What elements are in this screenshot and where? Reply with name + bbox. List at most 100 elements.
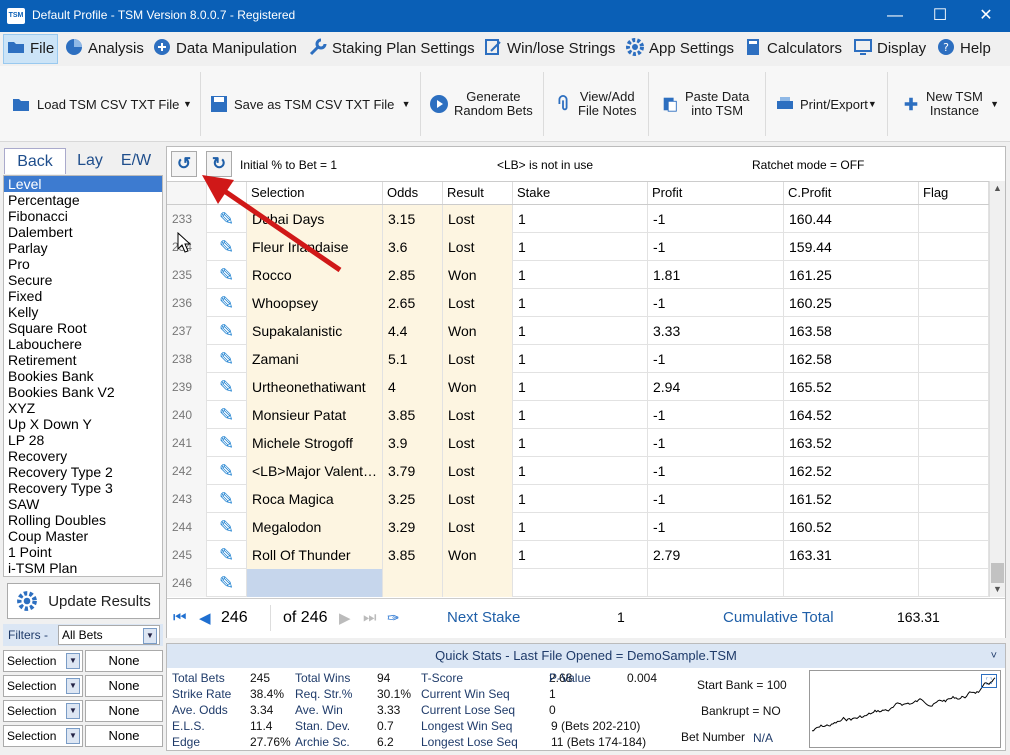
update-results-button[interactable]: Update Results <box>7 583 160 619</box>
cell-result[interactable]: Won <box>443 317 513 345</box>
table-row[interactable]: 240 ✎ Monsieur Patat 3.85 Lost 1 -1 164.52 <box>167 401 989 429</box>
plan-item[interactable]: Kelly <box>4 304 162 320</box>
close-button[interactable]: ✕ <box>963 0 1009 32</box>
view-add-file-notes-button[interactable]: View/Add File Notes <box>553 76 637 132</box>
table-row[interactable]: 238 ✎ Zamani 5.1 Lost 1 -1 162.58 <box>167 345 989 373</box>
table-row[interactable]: 237 ✎ Supakalanistic 4.4 Won 1 3.33 163.58 <box>167 317 989 345</box>
print-export-button[interactable]: Print/Export ▼ <box>775 76 877 132</box>
col-flag[interactable]: Flag <box>919 182 989 204</box>
table-row[interactable]: 241 ✎ Michele Strogoff 3.9 Lost 1 -1 163.52 <box>167 429 989 457</box>
prev-record-icon[interactable]: ◀ <box>199 609 211 627</box>
cell-selection[interactable]: Urtheonethatiwant <box>247 373 383 401</box>
filter-bets-select[interactable]: All Bets ▼ <box>58 625 160 645</box>
scroll-thumb[interactable] <box>991 563 1004 583</box>
cell-result[interactable]: Lost <box>443 513 513 541</box>
quick-stats-header[interactable]: Quick Stats - Last File Opened = DemoSam… <box>167 644 1005 668</box>
load-csv-button[interactable]: Load TSM CSV TXT File ▼ <box>12 76 192 132</box>
plan-item[interactable]: Rolling Doubles <box>4 512 162 528</box>
table-row[interactable]: 236 ✎ Whoopsey 2.65 Lost 1 -1 160.25 <box>167 289 989 317</box>
new-tsm-instance-button[interactable]: New TSM Instance ▼ <box>901 76 999 132</box>
cell-flag[interactable] <box>919 233 989 261</box>
cell-odds[interactable]: 3.79 <box>383 457 443 485</box>
plan-item[interactable]: Secure <box>4 272 162 288</box>
plan-item[interactable]: Retirement <box>4 352 162 368</box>
record-number-field[interactable]: 246 <box>221 605 271 631</box>
cell-flag[interactable] <box>919 289 989 317</box>
col-profit[interactable]: Profit <box>648 182 784 204</box>
cell-flag[interactable] <box>919 345 989 373</box>
plan-item[interactable]: LP 28 <box>4 432 162 448</box>
plan-item[interactable]: XYZ <box>4 400 162 416</box>
col-stake[interactable]: Stake <box>513 182 648 204</box>
plan-item[interactable]: 1 Point <box>4 544 162 560</box>
menu-file[interactable]: File <box>3 34 58 64</box>
table-row[interactable]: 245 ✎ Roll Of Thunder 3.85 Won 1 2.79 163.31 <box>167 541 989 569</box>
cell-odds[interactable]: 2.85 <box>383 261 443 289</box>
plan-item[interactable]: Parlay <box>4 240 162 256</box>
cell-flag[interactable] <box>919 513 989 541</box>
table-row[interactable]: 239 ✎ Urtheonethatiwant 4 Won 1 2.94 165.52 <box>167 373 989 401</box>
col-result[interactable]: Result <box>443 182 513 204</box>
cell-odds[interactable]: 4 <box>383 373 443 401</box>
plan-item[interactable]: Dalembert <box>4 224 162 240</box>
cell-flag[interactable] <box>919 569 989 597</box>
clear-brush-icon[interactable]: ✑ <box>387 609 400 627</box>
filter-field-select[interactable]: Selection ▼ <box>3 650 83 672</box>
menu-app-settings[interactable]: App Settings <box>625 32 734 66</box>
cell-selection[interactable]: Megalodon <box>247 513 383 541</box>
menu-help[interactable]: ? Help <box>936 32 991 66</box>
cell-result[interactable]: Lost <box>443 429 513 457</box>
vertical-scrollbar[interactable]: ▲ ▼ <box>989 181 1005 597</box>
cell-odds[interactable]: 3.29 <box>383 513 443 541</box>
cell-odds[interactable]: 3.85 <box>383 401 443 429</box>
cell-selection[interactable]: Michele Strogoff <box>247 429 383 457</box>
edit-pencil-icon[interactable]: ✎ <box>207 345 247 373</box>
edit-pencil-icon[interactable]: ✎ <box>207 541 247 569</box>
plan-item[interactable]: Up X Down Y <box>4 416 162 432</box>
cell-flag[interactable] <box>919 261 989 289</box>
cell-flag[interactable] <box>919 373 989 401</box>
cell-selection[interactable]: Monsieur Patat <box>247 401 383 429</box>
cell-odds[interactable]: 2.65 <box>383 289 443 317</box>
plan-item[interactable]: Square Root <box>4 320 162 336</box>
cell-odds[interactable]: 3.15 <box>383 205 443 233</box>
filter-value-field[interactable]: None <box>85 700 163 722</box>
menu-staking-plan-settings[interactable]: Staking Plan Settings <box>308 32 475 66</box>
cell-selection[interactable]: <LB>Major Valent… <box>247 457 383 485</box>
tab-lay[interactable]: Lay <box>67 148 113 174</box>
cell-flag[interactable] <box>919 205 989 233</box>
cell-result[interactable]: Lost <box>443 233 513 261</box>
filter-value-field[interactable]: None <box>85 725 163 747</box>
filter-value-field[interactable]: None <box>85 675 163 697</box>
cell-odds[interactable]: 3.25 <box>383 485 443 513</box>
cell-flag[interactable] <box>919 485 989 513</box>
plan-item[interactable]: Recovery Type 3 <box>4 480 162 496</box>
cell-result[interactable]: Lost <box>443 401 513 429</box>
save-csv-button[interactable]: Save as TSM CSV TXT File ▼ <box>209 76 411 132</box>
cell-selection[interactable]: Supakalanistic <box>247 317 383 345</box>
cell-result[interactable]: Won <box>443 261 513 289</box>
filter-value-field[interactable]: None <box>85 650 163 672</box>
tab-ew[interactable]: E/W <box>113 148 159 174</box>
plan-item[interactable]: i-TSM Plan <box>4 560 162 576</box>
plan-item[interactable]: Recovery Type 2 <box>4 464 162 480</box>
plan-item[interactable]: Recovery <box>4 448 162 464</box>
cell-selection[interactable] <box>247 569 383 597</box>
cell-selection[interactable]: Zamani <box>247 345 383 373</box>
plan-item[interactable]: Fibonacci <box>4 208 162 224</box>
menu-data-manipulation[interactable]: Data Manipulation <box>152 32 297 66</box>
first-record-icon[interactable]: ⏮ <box>173 609 187 626</box>
cell-selection[interactable]: Roll Of Thunder <box>247 541 383 569</box>
filter-field-select[interactable]: Selection ▼ <box>3 700 83 722</box>
cell-result[interactable]: Won <box>443 373 513 401</box>
cell-result[interactable] <box>443 569 513 597</box>
plan-item[interactable]: Percentage <box>4 192 162 208</box>
cell-odds[interactable]: 3.6 <box>383 233 443 261</box>
cell-selection[interactable]: Roca Magica <box>247 485 383 513</box>
menu-calculators[interactable]: Calculators <box>743 32 842 66</box>
cell-result[interactable]: Lost <box>443 205 513 233</box>
next-record-icon[interactable]: ▶ <box>339 609 351 627</box>
cell-selection[interactable]: Whoopsey <box>247 289 383 317</box>
plan-item[interactable]: Pro <box>4 256 162 272</box>
col-cprofit[interactable]: C.Profit <box>784 182 919 204</box>
